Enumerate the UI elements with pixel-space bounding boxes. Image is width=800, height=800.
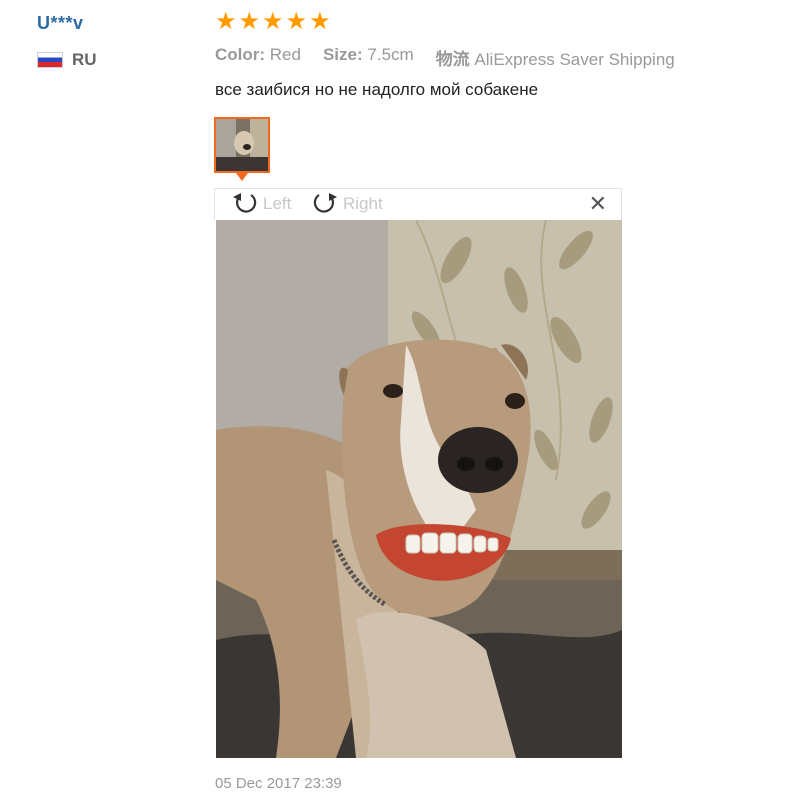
star-icon: ★ (238, 8, 261, 35)
country-code: RU (72, 50, 97, 69)
thumbnail-image (216, 119, 268, 171)
russia-flag-icon (37, 52, 63, 68)
image-viewer-toolbar: Left Right ✕ (214, 188, 622, 220)
reviewer-country: RU (37, 50, 97, 70)
shipping-value: AliExpress Saver Shipping (474, 50, 675, 69)
rotate-right-label: Right (343, 194, 383, 213)
star-icon: ★ (262, 8, 284, 35)
reviewer-name: U***v (37, 13, 84, 33)
size-value: 7.5cm (367, 45, 414, 64)
review-photo (216, 220, 622, 758)
size-label: Size: (322, 45, 363, 64)
rotate-left-icon (233, 193, 257, 213)
star-icon: ★ (309, 8, 331, 35)
rotate-right-icon (313, 193, 337, 213)
thumbnail-caret (236, 173, 248, 181)
photo-thumbnail[interactable] (214, 117, 270, 173)
rotate-left-label: Left (263, 194, 292, 213)
review-date: 05 Dec 2017 23:39 (215, 775, 342, 792)
size-attribute: Size: 7.5cm (323, 45, 414, 70)
shipping-label: 物流 (435, 50, 470, 69)
color-label: Color: (215, 45, 266, 64)
star-icon: ★ (285, 8, 308, 35)
product-attributes: Color: Red Size: 7.5cm 物流 AliExpress Sav… (215, 45, 675, 70)
color-attribute: Color: Red (215, 45, 301, 70)
rotate-left-button[interactable]: Left (231, 191, 291, 217)
close-icon[interactable]: ✕ (589, 192, 607, 216)
star-icon: ★ (215, 8, 237, 35)
star-rating: ★ ★ ★ ★ ★ (215, 8, 331, 36)
shipping-attribute: 物流 AliExpress Saver Shipping (436, 45, 675, 70)
review-text: все заибися но не надолго мой собакене (215, 80, 539, 99)
dog-photo (216, 220, 622, 758)
color-value: Red (269, 45, 301, 64)
rotate-right-button[interactable]: Right (311, 191, 383, 217)
